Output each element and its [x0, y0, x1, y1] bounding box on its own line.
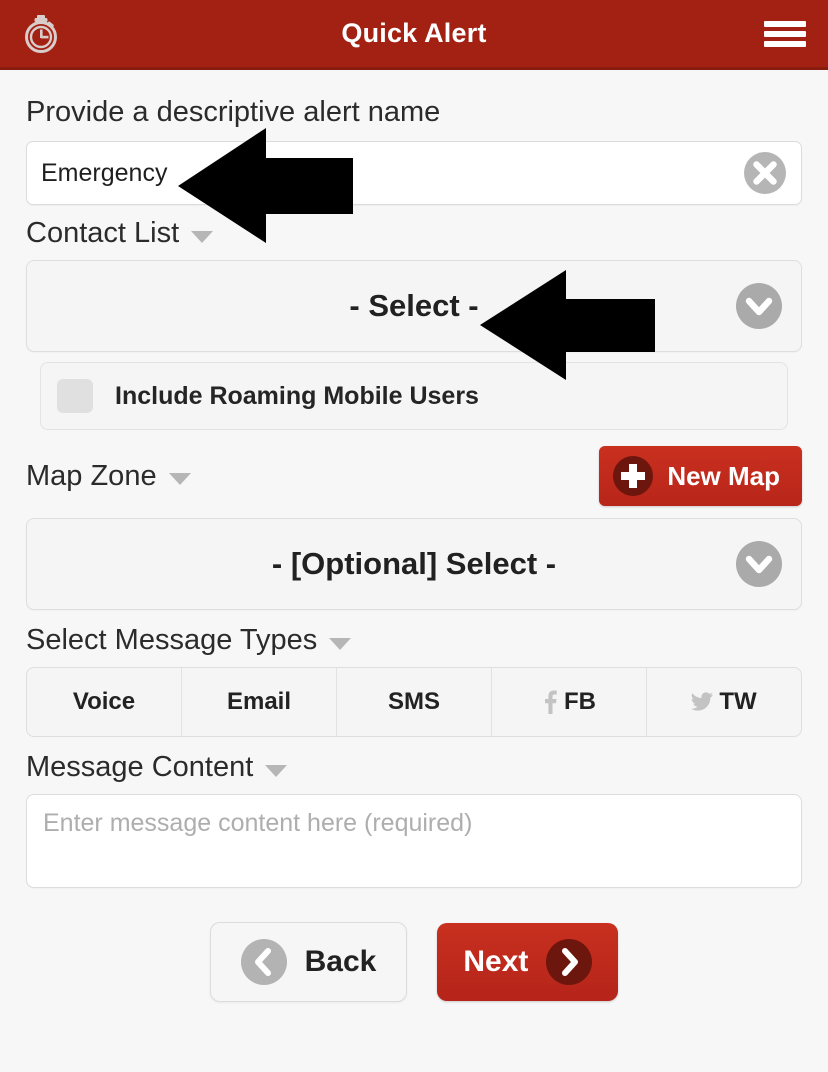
message-content-placeholder: Enter message content here (required) — [43, 809, 473, 837]
chevron-down-icon — [329, 637, 352, 650]
form-content: Provide a descriptive alert name Emergen… — [0, 70, 828, 1002]
contact-list-selected-value: - Select - — [349, 288, 479, 323]
hamburger-bar — [764, 40, 806, 47]
map-zone-header-row: Map Zone New Map — [26, 446, 802, 506]
plus-circle-icon — [613, 456, 654, 496]
include-roaming-label: Include Roaming Mobile Users — [115, 381, 479, 410]
alert-name-value: Emergency — [41, 158, 168, 187]
back-button-label: Back — [304, 945, 377, 978]
include-roaming-row[interactable]: Include Roaming Mobile Users — [40, 362, 788, 430]
message-types-row: Voice Email SMS FB TW — [26, 667, 802, 737]
alert-name-input[interactable]: Emergency — [26, 141, 802, 205]
message-content-textarea[interactable]: Enter message content here (required) — [26, 794, 802, 888]
message-type-email[interactable]: Email — [182, 668, 337, 736]
new-map-button-label: New Map — [667, 460, 780, 491]
back-button[interactable]: Back — [209, 922, 408, 1002]
map-zone-select[interactable]: - [Optional] Select - — [26, 518, 802, 610]
hamburger-bar — [764, 30, 806, 37]
alert-name-label: Provide a descriptive alert name — [26, 96, 441, 128]
new-map-button[interactable]: New Map — [599, 446, 802, 506]
page-title: Quick Alert — [341, 18, 487, 48]
message-content-label[interactable]: Message Content — [26, 753, 802, 782]
next-button[interactable]: Next — [437, 923, 619, 1001]
message-type-facebook[interactable]: FB — [492, 668, 647, 736]
map-zone-label[interactable]: Map Zone — [26, 461, 191, 491]
chevron-down-icon — [265, 764, 288, 777]
next-button-label: Next — [463, 945, 529, 978]
contact-list-label[interactable]: Contact List — [26, 219, 802, 248]
contact-list-select[interactable]: - Select - — [26, 260, 802, 352]
clear-circle-x-icon[interactable] — [743, 151, 787, 195]
form-footer: Back Next — [26, 922, 802, 1002]
message-type-twitter[interactable]: TW — [647, 668, 801, 736]
chevron-right-circle-icon — [546, 939, 593, 985]
hamburger-bar — [764, 20, 806, 27]
message-type-sms[interactable]: SMS — [337, 668, 492, 736]
include-roaming-checkbox[interactable] — [57, 379, 93, 413]
hamburger-menu-icon[interactable] — [764, 19, 806, 49]
chevron-down-icon — [168, 473, 191, 485]
chevron-down-circle-icon[interactable] — [735, 282, 783, 330]
message-types-label[interactable]: Select Message Types — [26, 626, 802, 655]
facebook-icon — [542, 690, 558, 714]
stopwatch-icon — [20, 13, 62, 55]
chevron-down-circle-icon[interactable] — [735, 540, 783, 588]
twitter-icon — [691, 692, 714, 712]
chevron-down-icon — [191, 230, 214, 243]
message-type-voice[interactable]: Voice — [27, 668, 182, 736]
chevron-left-circle-icon — [240, 939, 287, 985]
map-zone-selected-value: - [Optional] Select - — [271, 546, 557, 581]
app-header: Quick Alert — [0, 0, 828, 70]
